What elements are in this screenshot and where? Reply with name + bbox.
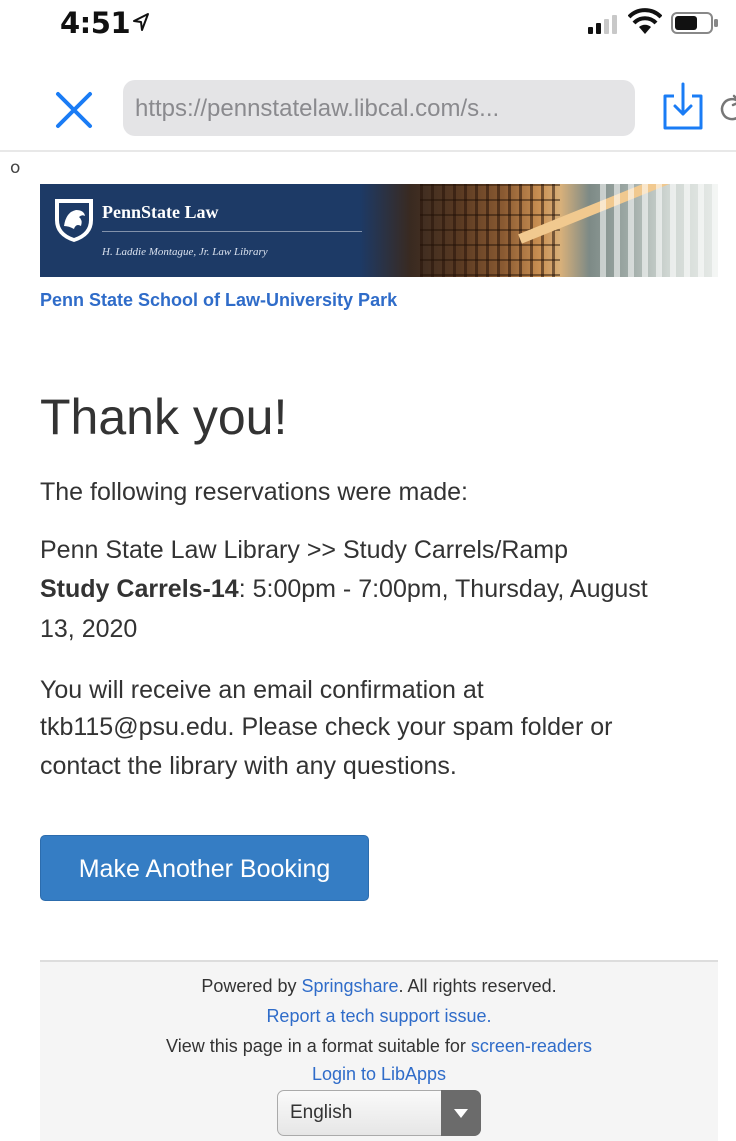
- reservation-time: : 5:00pm - 7:00pm, Thursday, August: [238, 575, 648, 603]
- page-title: Thank you!: [40, 389, 288, 445]
- signal-icon: [588, 15, 617, 34]
- reload-button[interactable]: [717, 93, 736, 123]
- reservation-intro: The following reservations were made:: [40, 478, 468, 506]
- login-line: Login to LibApps: [40, 1064, 718, 1085]
- school-link[interactable]: Penn State School of Law-University Park: [40, 290, 397, 311]
- powered-by-suffix: . All rights reserved.: [398, 976, 557, 996]
- powered-by-line: Powered by Springshare. All rights reser…: [40, 976, 718, 997]
- nittany-lion-shield-icon: [55, 199, 93, 242]
- battery-icon: [671, 12, 718, 34]
- make-another-booking-button[interactable]: Make Another Booking: [40, 835, 369, 901]
- close-button[interactable]: [52, 88, 96, 132]
- share-button[interactable]: [660, 82, 706, 132]
- chevron-down-icon: [454, 1109, 468, 1118]
- language-select[interactable]: English: [277, 1090, 481, 1136]
- language-selected: English: [290, 1102, 353, 1123]
- reservation-date: 13, 2020: [40, 615, 138, 643]
- close-icon: [56, 92, 92, 128]
- springshare-link[interactable]: Springshare: [301, 976, 398, 996]
- confirmation-text-line1: You will receive an email confirmation a…: [40, 676, 484, 704]
- stray-character: o: [10, 158, 21, 178]
- url-text: https://pennstatelaw.libcal.com/s...: [135, 95, 500, 122]
- banner-rule: [102, 231, 362, 232]
- share-icon: [663, 82, 703, 130]
- banner-title: PennState Law: [102, 202, 219, 222]
- screen-reader-line: View this page in a format suitable for …: [40, 1036, 718, 1057]
- status-time: 4:51: [60, 6, 131, 40]
- confirmation-text-line2: tkb115@psu.edu. Please check your spam f…: [40, 713, 613, 741]
- powered-by-prefix: Powered by: [201, 976, 302, 996]
- status-bar: 4:51: [0, 0, 736, 50]
- wifi-icon: [628, 8, 662, 34]
- screen-reader-prefix: View this page in a format suitable for: [166, 1036, 471, 1056]
- report-issue-link[interactable]: Report a tech support issue.: [266, 1006, 491, 1026]
- screen-readers-link[interactable]: screen-readers: [471, 1036, 592, 1056]
- reservation-location: Penn State Law Library >> Study Carrels/…: [40, 536, 569, 564]
- reservation-detail: Study Carrels-14: 5:00pm - 7:00pm, Thurs…: [40, 571, 648, 607]
- banner-windows: [600, 184, 718, 277]
- browser-toolbar: https://pennstatelaw.libcal.com/s...: [0, 70, 736, 150]
- library-banner[interactable]: PennState Law H. Laddie Montague, Jr. La…: [40, 184, 718, 277]
- toolbar-divider: [0, 150, 736, 152]
- footer: Powered by Springshare. All rights reser…: [40, 960, 718, 1141]
- language-dropdown-toggle[interactable]: [441, 1090, 481, 1136]
- reservation-item: Study Carrels-14: [40, 575, 239, 603]
- location-arrow-icon: [133, 13, 149, 31]
- url-field[interactable]: https://pennstatelaw.libcal.com/s...: [123, 80, 736, 136]
- login-libapps-link[interactable]: Login to LibApps: [312, 1064, 446, 1084]
- report-line: Report a tech support issue.: [40, 1006, 718, 1027]
- banner-subtitle: H. Laddie Montague, Jr. Law Library: [102, 246, 268, 258]
- reload-icon: [720, 94, 736, 121]
- confirmation-text-line3: contact the library with any questions.: [40, 752, 457, 780]
